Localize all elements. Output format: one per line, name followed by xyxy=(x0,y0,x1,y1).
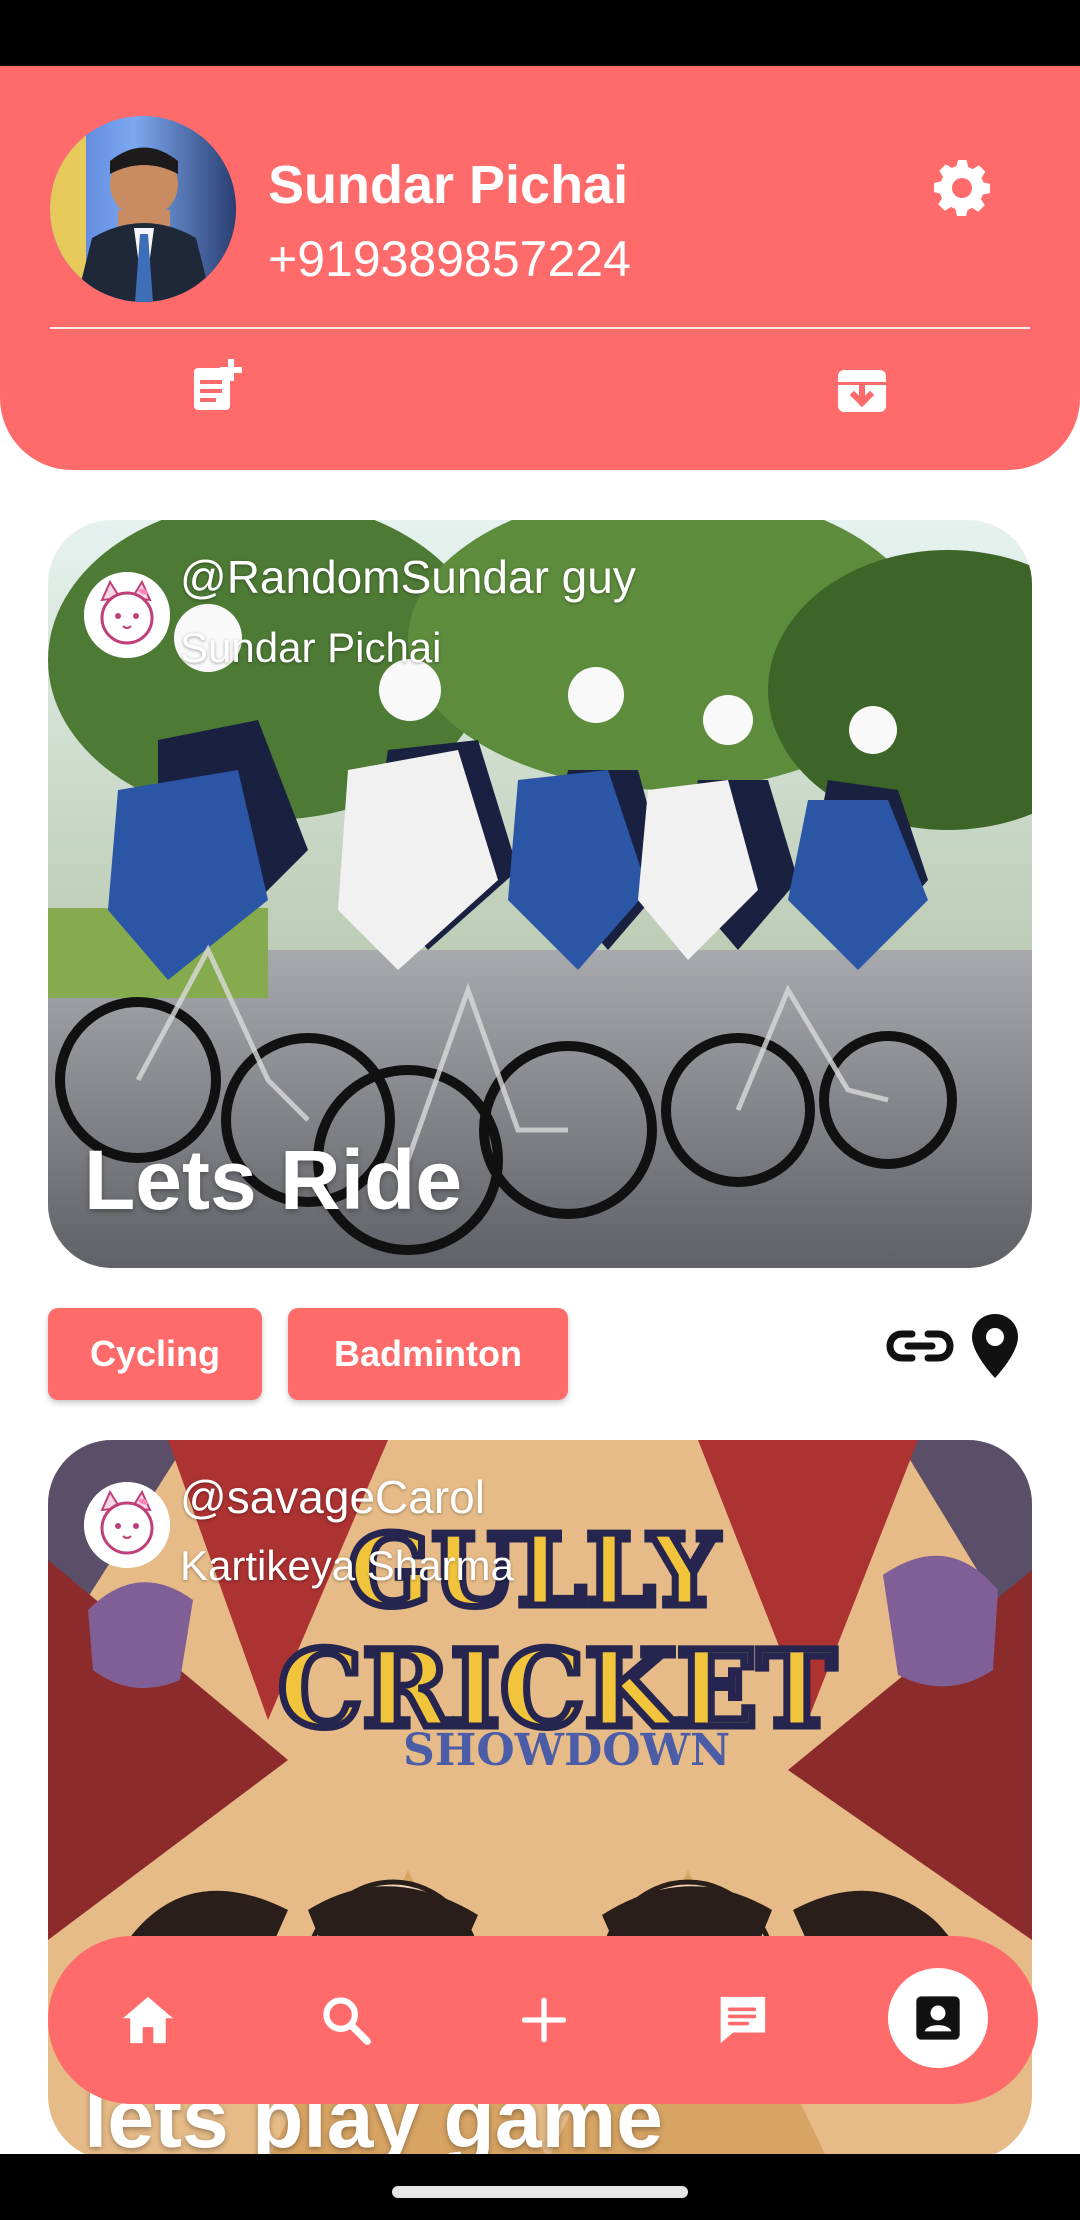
post-handle: @RandomSundar guy xyxy=(180,551,636,603)
user-name: Sundar Pichai xyxy=(268,155,629,215)
location-button[interactable] xyxy=(964,1310,1026,1382)
post-author: Sundar Pichai xyxy=(180,624,442,671)
tag-chip[interactable]: Cycling xyxy=(48,1308,262,1400)
plus-icon xyxy=(521,1997,567,2043)
bottom-navigation xyxy=(48,1936,1038,2104)
post-author-avatar[interactable] xyxy=(84,1482,170,1568)
link-icon xyxy=(886,1330,954,1362)
post-author-avatar[interactable] xyxy=(84,572,170,658)
header-divider xyxy=(50,327,1030,329)
tag-chip[interactable]: Badminton xyxy=(288,1308,568,1400)
nav-profile-button[interactable] xyxy=(888,1968,988,2068)
gesture-handle[interactable] xyxy=(392,2186,688,2198)
settings-button[interactable] xyxy=(930,156,994,220)
nav-search-button[interactable] xyxy=(300,1974,392,2066)
archive-button[interactable] xyxy=(832,360,892,420)
home-icon xyxy=(123,1996,173,2044)
nav-home-button[interactable] xyxy=(102,1974,194,2066)
cat-avatar-icon xyxy=(84,572,170,658)
post-card[interactable]: @RandomSundar guy Sundar Pichai Lets Rid… xyxy=(48,520,1032,1268)
user-phone: +919389857224 xyxy=(268,231,631,287)
location-pin-icon xyxy=(972,1314,1018,1378)
post-title: Lets Ride xyxy=(84,1133,463,1227)
gear-icon xyxy=(934,160,990,216)
status-bar xyxy=(0,0,1080,66)
chat-icon xyxy=(718,1996,766,2044)
add-post-button[interactable] xyxy=(186,356,248,418)
profile-avatar-image xyxy=(50,116,236,302)
link-button[interactable] xyxy=(884,1310,956,1382)
post-author: Kartikeya Sharma xyxy=(180,1542,514,1589)
cat-avatar-icon xyxy=(84,1482,170,1568)
nav-add-button[interactable] xyxy=(498,1974,590,2066)
nav-messages-button[interactable] xyxy=(696,1974,788,2066)
profile-header: Sundar Pichai +919389857224 xyxy=(0,66,1080,470)
contact-icon xyxy=(916,1996,960,2040)
profile-avatar[interactable] xyxy=(50,116,236,302)
post-handle: @savageCarol xyxy=(180,1471,485,1523)
poster-title-line-3: SHOWDOWN xyxy=(403,1725,730,1776)
search-icon xyxy=(323,1997,371,2045)
add-post-icon xyxy=(194,359,242,410)
archive-icon xyxy=(838,370,886,412)
